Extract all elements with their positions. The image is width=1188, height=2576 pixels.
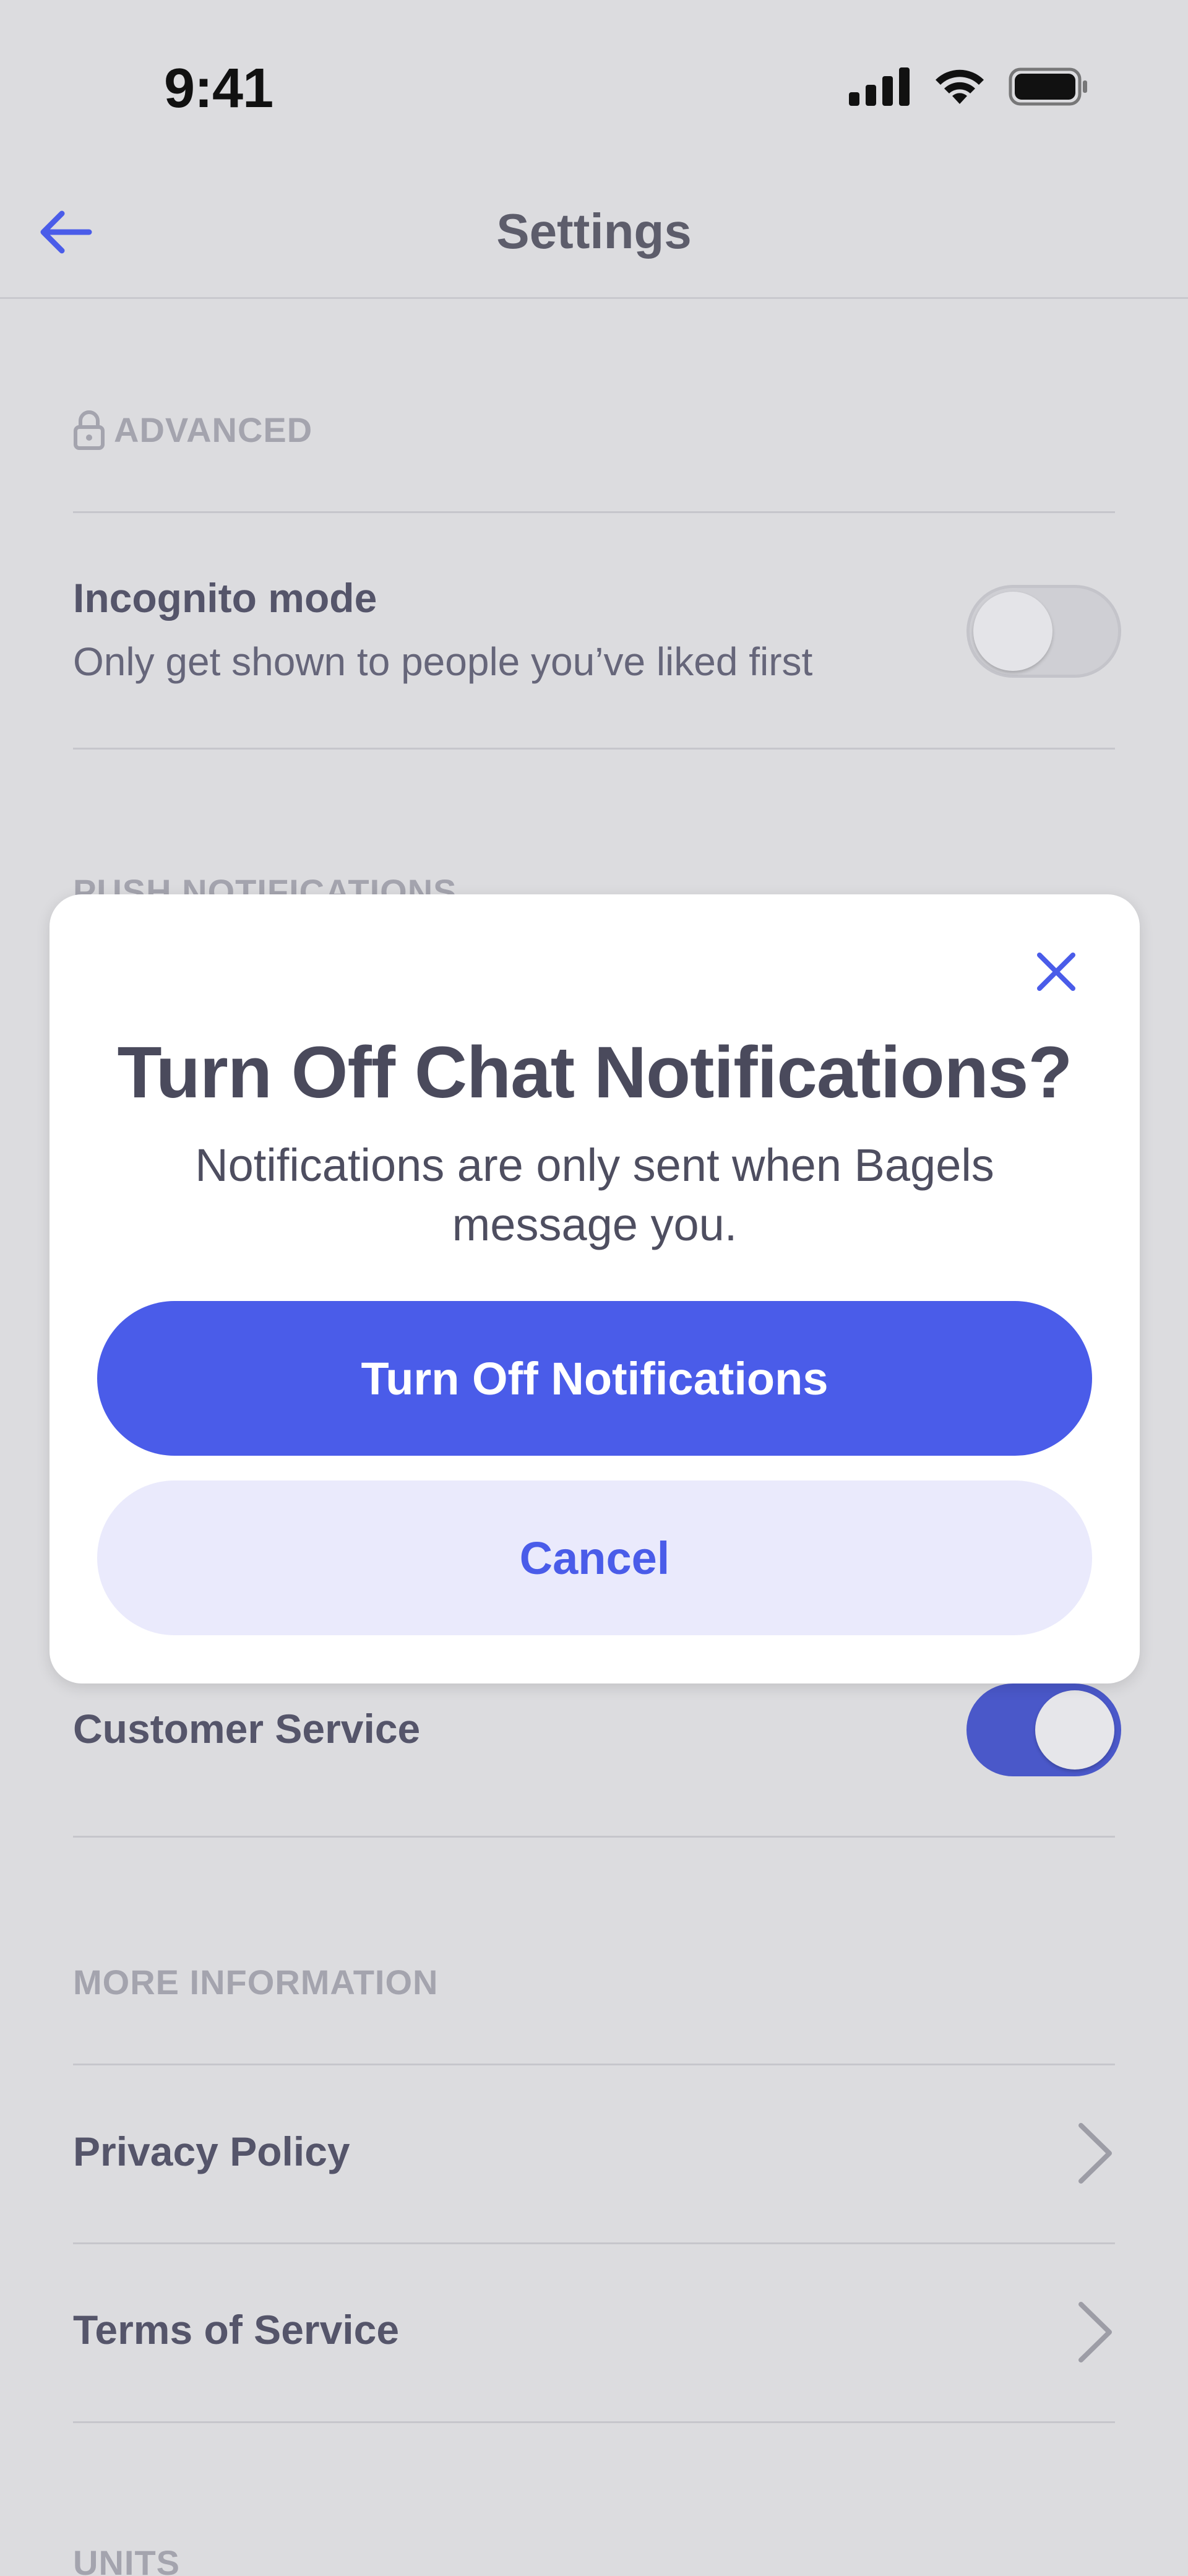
close-icon (1037, 953, 1075, 991)
nav-bar: Settings (0, 173, 1188, 299)
dialog-message: Notifications are only sent when Bagels … (195, 1139, 994, 1250)
section-header-advanced-label: ADVANCED (114, 410, 313, 449)
chevron-right-icon[interactable] (1074, 2298, 1117, 2366)
divider (73, 2242, 1115, 2244)
turn-off-notifications-button[interactable]: Turn Off Notifications (97, 1301, 1092, 1456)
section-header-units: UNITS (73, 2543, 180, 2576)
terms-of-service-link[interactable]: Terms of Service (73, 2306, 399, 2353)
turn-off-notifications-dialog: Turn Off Chat Notifications? Notificatio… (50, 894, 1140, 1683)
customer-service-toggle[interactable] (966, 1683, 1121, 1776)
close-button[interactable] (1028, 944, 1084, 1000)
section-header-more-information: MORE INFORMATION (73, 1963, 439, 2002)
divider (73, 2421, 1115, 2423)
chevron-right-icon[interactable] (1074, 2119, 1117, 2187)
toggle-knob (1035, 1690, 1114, 1770)
incognito-mode-title: Incognito mode (73, 575, 377, 621)
cancel-button[interactable]: Cancel (97, 1480, 1092, 1635)
status-time: 9:41 (164, 58, 273, 119)
privacy-policy-link[interactable]: Privacy Policy (73, 2128, 350, 2175)
wifi-icon (932, 67, 988, 110)
status-icons (849, 67, 1089, 110)
lock-icon (74, 410, 105, 450)
dialog-title: Turn Off Chat Notifications? (117, 1032, 1073, 1113)
incognito-mode-subtitle: Only get shown to people you’ve liked fi… (73, 639, 813, 684)
incognito-mode-toggle[interactable] (966, 585, 1121, 678)
status-bar: 9:41 (0, 0, 1188, 161)
cellular-signal-icon (849, 67, 911, 109)
divider (73, 1836, 1115, 1838)
settings-screen: 9:41 Settings ADVANCED Incognito mode On… (0, 0, 1188, 2576)
customer-service-title: Customer Service (73, 1706, 421, 1752)
battery-icon (1009, 67, 1089, 109)
section-header-advanced: ADVANCED (73, 408, 312, 451)
page-title: Settings (496, 204, 692, 259)
divider (73, 511, 1115, 513)
toggle-knob (973, 592, 1052, 671)
divider (73, 2064, 1115, 2065)
divider (73, 748, 1115, 750)
